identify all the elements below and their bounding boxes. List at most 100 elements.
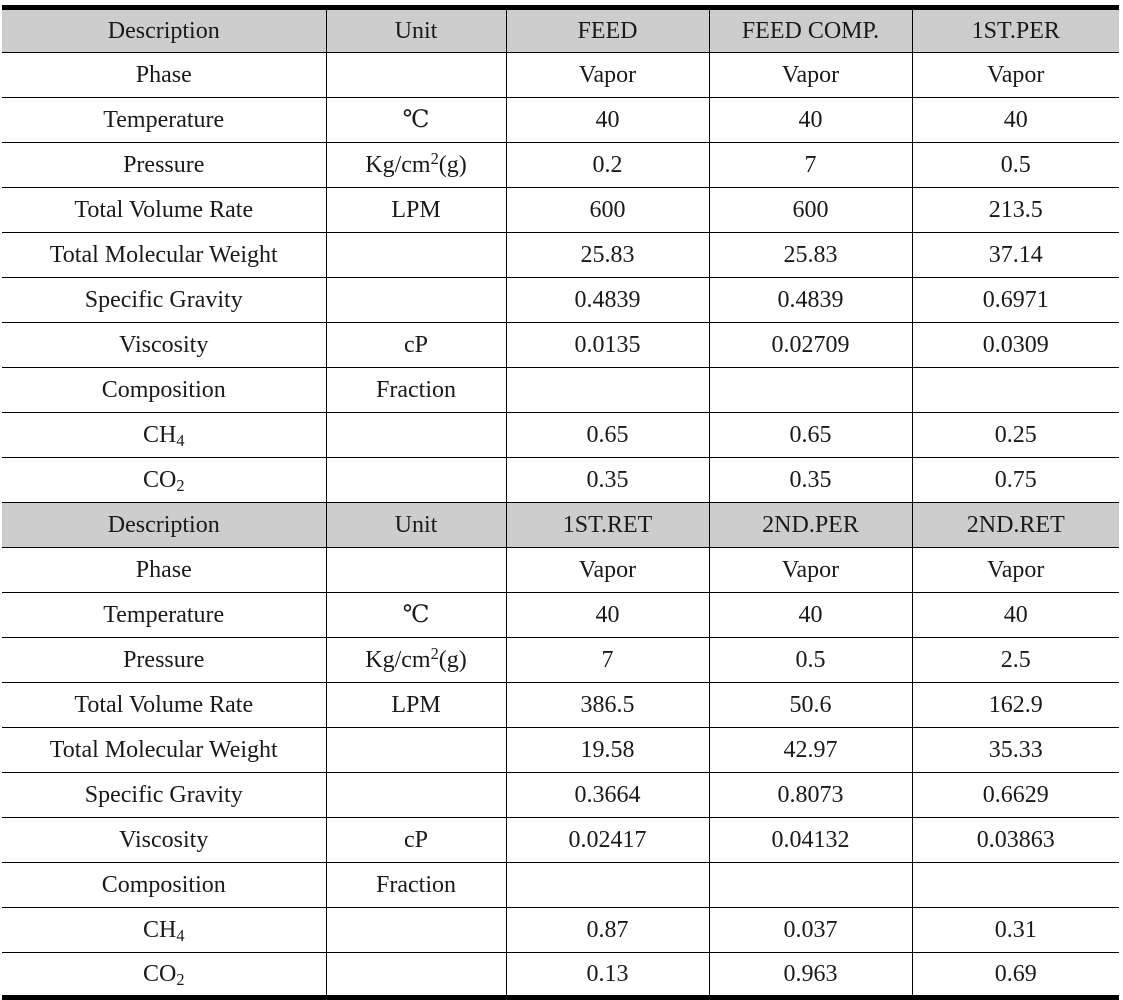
column-header-unit: Unit	[326, 7, 507, 53]
column-header-description: Description	[2, 7, 327, 53]
table-row: CH4 0.65 0.65 0.25	[2, 412, 1119, 458]
row-label-description: CO2	[2, 952, 327, 998]
row-label-description: CH4	[2, 412, 327, 458]
table-cell-value	[506, 367, 710, 413]
table-cell-value: 0.0309	[912, 322, 1119, 368]
row-unit: Kg/cm2(g)	[326, 142, 507, 188]
row-unit: LPM	[326, 187, 507, 233]
table-cell-value: 0.2	[506, 142, 710, 188]
table-cell-value: 600	[709, 187, 913, 233]
row-label-description: Total Volume Rate	[2, 682, 327, 728]
row-label-description: Viscosity	[2, 322, 327, 368]
table-cell-value	[709, 862, 913, 908]
row-unit: cP	[326, 322, 507, 368]
row-unit: Fraction	[326, 862, 507, 908]
table-cell-value: 40	[506, 97, 710, 143]
column-header-stream: FEED	[506, 7, 710, 53]
row-label-description: Total Volume Rate	[2, 187, 327, 233]
row-unit	[326, 277, 507, 323]
row-unit: Kg/cm2(g)	[326, 637, 507, 683]
table-cell-value: 35.33	[912, 727, 1119, 773]
table-cell-value: 386.5	[506, 682, 710, 728]
table-cell-value: 0.31	[912, 907, 1119, 953]
table-row: Specific Gravity 0.3664 0.8073 0.6629	[2, 772, 1119, 818]
table-row: CH4 0.87 0.037 0.31	[2, 907, 1119, 953]
table-cell-value: 0.963	[709, 952, 913, 998]
table-row: Total Volume Rate LPM 386.5 50.6 162.9	[2, 682, 1119, 728]
row-unit	[326, 727, 507, 773]
row-unit	[326, 52, 507, 98]
table-cell-value: 50.6	[709, 682, 913, 728]
row-label-description: Total Molecular Weight	[2, 727, 327, 773]
table-row: Phase Vapor Vapor Vapor	[2, 547, 1119, 593]
row-unit	[326, 772, 507, 818]
table-cell-value: 25.83	[506, 232, 710, 278]
table-cell-value: 0.6971	[912, 277, 1119, 323]
column-header-stream: FEED COMP.	[709, 7, 913, 53]
table-cell-value: 25.83	[709, 232, 913, 278]
table-cell-value: 0.02417	[506, 817, 710, 863]
table-row: Specific Gravity 0.4839 0.4839 0.6971	[2, 277, 1119, 323]
table-cell-value: Vapor	[506, 547, 710, 593]
table-cell-value: 0.8073	[709, 772, 913, 818]
document-sheet: Description Unit FEED FEED COMP. 1ST.PER Phas…	[0, 0, 1123, 1000]
table-cell-value: 42.97	[709, 727, 913, 773]
table-cell-value: 2.5	[912, 637, 1119, 683]
stream-properties-table: Description Unit FEED FEED COMP. 1ST.PER Phas…	[2, 5, 1119, 1000]
row-unit	[326, 412, 507, 458]
table-row: Pressure Kg/cm2(g) 7 0.5 2.5	[2, 637, 1119, 683]
table-row: Total Molecular Weight 19.58 42.97 35.33	[2, 727, 1119, 773]
row-unit	[326, 907, 507, 953]
row-label-description: Pressure	[2, 142, 327, 188]
table-cell-value: 7	[506, 637, 710, 683]
table-cell-value: Vapor	[709, 547, 913, 593]
table-row: CO2 0.35 0.35 0.75	[2, 457, 1119, 503]
row-label-description: CO2	[2, 457, 327, 503]
table-row: Total Volume Rate LPM 600 600 213.5	[2, 187, 1119, 233]
row-unit	[326, 232, 507, 278]
table-cell-value: 0.037	[709, 907, 913, 953]
table-cell-value: 0.04132	[709, 817, 913, 863]
row-unit: ℃	[326, 592, 507, 638]
table-cell-value: 0.0135	[506, 322, 710, 368]
column-header-stream: 2ND.RET	[912, 502, 1119, 548]
table-cell-value: Vapor	[912, 547, 1119, 593]
table-cell-value: Vapor	[506, 52, 710, 98]
column-header-stream: 1ST.RET	[506, 502, 710, 548]
table-cell-value: 600	[506, 187, 710, 233]
row-label-description: Temperature	[2, 592, 327, 638]
row-unit: LPM	[326, 682, 507, 728]
table-cell-value: 0.65	[506, 412, 710, 458]
table-cell-value: 19.58	[506, 727, 710, 773]
column-header-stream: 1ST.PER	[912, 7, 1119, 53]
row-unit	[326, 547, 507, 593]
table-row: Temperature ℃ 40 40 40	[2, 592, 1119, 638]
row-unit	[326, 952, 507, 998]
column-header-unit: Unit	[326, 502, 507, 548]
table-cell-value: Vapor	[709, 52, 913, 98]
table-row: Temperature ℃ 40 40 40	[2, 97, 1119, 143]
table-row: Composition Fraction	[2, 862, 1119, 908]
row-label-description: Temperature	[2, 97, 327, 143]
table-cell-value: 0.75	[912, 457, 1119, 503]
column-header-stream: 2ND.PER	[709, 502, 913, 548]
row-label-description: Composition	[2, 367, 327, 413]
table-cell-value: 0.03863	[912, 817, 1119, 863]
table-cell-value	[912, 862, 1119, 908]
row-label-description: Viscosity	[2, 817, 327, 863]
row-label-description: Phase	[2, 547, 327, 593]
table-cell-value: 40	[506, 592, 710, 638]
row-label-description: Pressure	[2, 637, 327, 683]
row-label-description: Composition	[2, 862, 327, 908]
row-label-description: Phase	[2, 52, 327, 98]
table-cell-value: 213.5	[912, 187, 1119, 233]
table-cell-value	[912, 367, 1119, 413]
table-cell-value: 40	[709, 97, 913, 143]
row-label-description: Total Molecular Weight	[2, 232, 327, 278]
table-cell-value: 0.02709	[709, 322, 913, 368]
table-cell-value	[709, 367, 913, 413]
table-cell-value	[506, 862, 710, 908]
row-unit: ℃	[326, 97, 507, 143]
row-unit: cP	[326, 817, 507, 863]
table-cell-value: 0.65	[709, 412, 913, 458]
